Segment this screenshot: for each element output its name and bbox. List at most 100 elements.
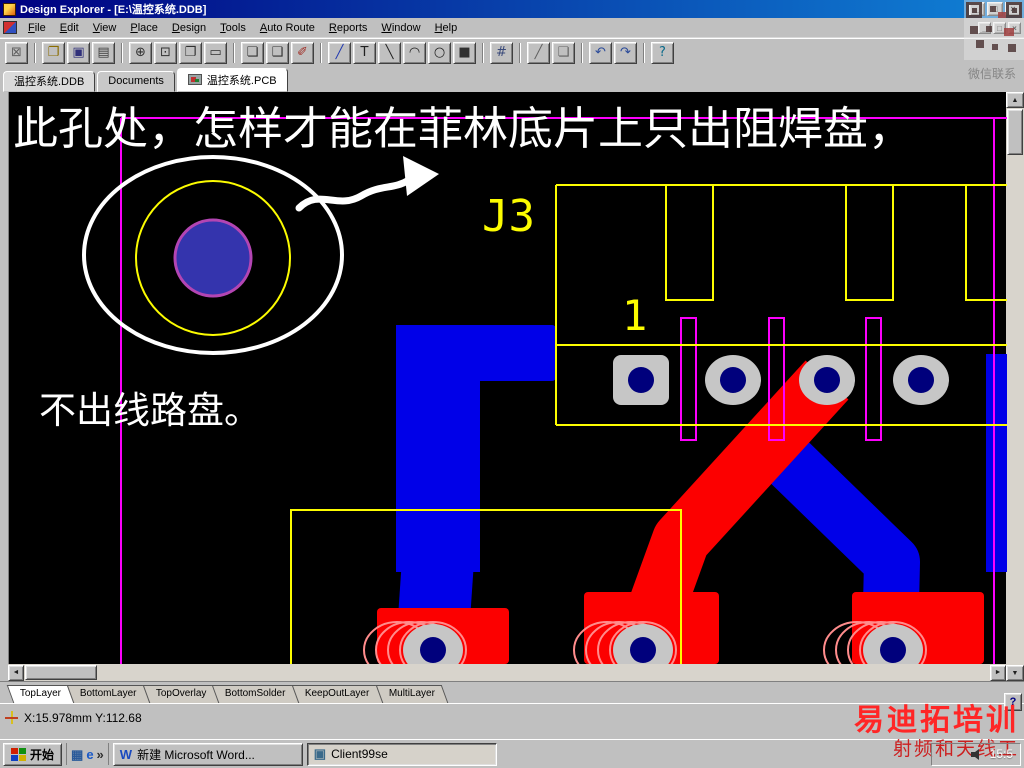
measure-icon: ╱	[534, 45, 543, 60]
annotation-line1: 此孔处，怎样才能在菲林底片上只出阻焊盘，	[13, 104, 913, 154]
scroll-up-icon[interactable]: ▲	[1006, 92, 1024, 108]
toolbar-separator	[320, 42, 322, 63]
menu-window[interactable]: Window	[374, 20, 427, 36]
document-icon	[3, 21, 17, 34]
qr-caption: 微信联系	[967, 67, 1016, 81]
fill-button[interactable]: ■	[453, 41, 476, 64]
report-button[interactable]: ❏	[552, 41, 575, 64]
pcb-drawing: J3 1 此孔处，怎样才能在菲林底片上只出阻焊盘， 不出线路盘。	[13, 104, 1007, 664]
task-icon: W	[119, 746, 133, 762]
redo-button[interactable]: ↷	[614, 41, 637, 64]
layer-tab-label: TopOverlay	[155, 688, 207, 699]
task-buttons: W 新建 Microsoft Word... ▣ Client99se	[112, 742, 497, 766]
qr-pattern	[964, 0, 1024, 60]
layer-tab-toplayer[interactable]: TopLayer	[6, 685, 75, 703]
editor-area: J3 1 此孔处，怎样才能在菲林底片上只出阻焊盘， 不出线路盘。 ◄ ► ▲ ▼	[0, 92, 1024, 681]
menu-design[interactable]: Design	[165, 20, 213, 36]
undo-button[interactable]: ↶	[589, 41, 612, 64]
brush-button[interactable]: ✐	[291, 41, 314, 64]
printer-icon: ▤	[97, 45, 110, 60]
text-icon: T	[360, 45, 369, 60]
ie-icon[interactable]: e	[86, 748, 93, 761]
layer-tab-label: BottomLayer	[79, 688, 137, 699]
tab-ddb[interactable]: 温控系统.DDB	[3, 71, 96, 92]
text-button[interactable]: T	[353, 41, 376, 64]
layer-tab-label: MultiLayer	[388, 688, 435, 699]
grid-icon: #	[496, 45, 507, 60]
title-bar: Design Explorer - [E:\温控系统.DDB] _ □ ×	[0, 0, 1024, 18]
arc-button[interactable]: ◠	[403, 41, 426, 64]
redo-icon: ↷	[620, 45, 631, 60]
fit-board-button[interactable]: ▭	[204, 41, 227, 64]
bottom-pads	[363, 621, 927, 664]
save-button[interactable]: ▣	[67, 41, 90, 64]
toolbar-separator	[643, 42, 645, 63]
line-icon: ╲	[385, 45, 394, 60]
wire-button[interactable]: ╱	[328, 41, 351, 64]
zoom-area-button[interactable]: ⊡	[154, 41, 177, 64]
fit-board-icon: ▭	[209, 45, 222, 60]
qr-watermark: 微信联系	[960, 0, 1024, 82]
layer-tab-keepoutlayer[interactable]: KeepOutLayer	[291, 685, 383, 703]
document-tabs: 温控系统.DDB Documents 温控系统.PCB	[0, 66, 1024, 92]
tab-pcb-label: 温控系统.PCB	[206, 74, 277, 87]
layer-tab-bar: TopLayer BottomLayer TopOverlay BottomSolde…	[0, 681, 1024, 711]
arc-icon: ◠	[408, 45, 421, 60]
horizontal-scrollbar[interactable]: ◄ ►	[8, 664, 1006, 681]
taskbar-task-2[interactable]: ▣ Client99se	[306, 742, 497, 766]
show-desktop-icon[interactable]: ▦	[71, 748, 83, 761]
circle-button[interactable]: ○	[428, 41, 451, 64]
copy-button[interactable]: ❏	[241, 41, 264, 64]
layer-tab-bottomsolder[interactable]: BottomSolder	[212, 685, 300, 703]
circle-icon: ○	[433, 45, 446, 60]
paste-button[interactable]: ❑	[266, 41, 289, 64]
open-button[interactable]: ❐	[42, 41, 65, 64]
menu-place[interactable]: Place	[123, 20, 165, 36]
vertical-scrollbar[interactable]: ▲ ▼	[1006, 92, 1024, 681]
menu-auto-route[interactable]: Auto Route	[253, 20, 322, 36]
menu-edit[interactable]: Edit	[53, 20, 86, 36]
layer-tabs: TopLayer BottomLayer TopOverlay BottomSolde…	[6, 685, 448, 703]
undo-icon: ↶	[595, 45, 606, 60]
toolbar-separator	[121, 42, 123, 63]
toolbar: ⊠ ❐ ▣ ▤ ⊕ ⊡ ❐ ▭ ❏ ❑ ✐ ╱ T ╲ ◠ ○ ■ # ╱ ❏ ↶ ↷?	[0, 38, 1024, 66]
horizontal-scroll-thumb[interactable]	[25, 665, 97, 680]
menu-view[interactable]: View	[86, 20, 124, 36]
start-button[interactable]: 开始	[3, 742, 63, 766]
speaker-icon	[970, 748, 979, 760]
vertical-scroll-thumb[interactable]	[1007, 109, 1023, 155]
pcb-editor-canvas[interactable]: J3 1 此孔处，怎样才能在菲林底片上只出阻焊盘， 不出线路盘。	[8, 92, 1007, 664]
layer-tab-multilayer[interactable]: MultiLayer	[375, 685, 448, 703]
help-button[interactable]: ?	[651, 41, 674, 64]
task-label: 新建 Microsoft Word...	[137, 747, 255, 762]
grid-button[interactable]: #	[490, 41, 513, 64]
filled-rect-icon: ■	[458, 45, 471, 60]
menu-reports[interactable]: Reports	[322, 20, 375, 36]
print-button[interactable]: ▤	[92, 41, 115, 64]
tab-documents-label: Documents	[108, 75, 164, 87]
zoom-page-button[interactable]: ❐	[179, 41, 202, 64]
layer-tab-bottomlayer[interactable]: BottomLayer	[66, 685, 151, 703]
scroll-right-icon[interactable]: ►	[990, 664, 1006, 681]
windows-logo-icon	[11, 747, 26, 761]
layer-tab-topoverlay[interactable]: TopOverlay	[142, 685, 220, 703]
menu-file[interactable]: File	[21, 20, 53, 36]
scroll-left-icon[interactable]: ◄	[8, 664, 24, 681]
design-manager-button[interactable]: ⊠	[5, 41, 28, 64]
start-label: 开始	[30, 747, 55, 762]
measure-button[interactable]: ╱	[527, 41, 550, 64]
scroll-down-icon[interactable]: ▼	[1006, 665, 1024, 681]
cursor-coordinates: X:15.978mm Y:112.68	[24, 711, 142, 725]
brush-icon: ✐	[297, 45, 308, 60]
app-icon	[3, 2, 16, 16]
tab-documents[interactable]: Documents	[97, 71, 175, 92]
tab-pcb[interactable]: 温控系统.PCB	[176, 68, 288, 92]
taskbar-task-1[interactable]: W 新建 Microsoft Word...	[112, 742, 303, 766]
menu-help[interactable]: Help	[428, 20, 465, 36]
zoom-in-button[interactable]: ⊕	[129, 41, 152, 64]
chevron-icon[interactable]: »	[97, 748, 104, 761]
design-explorer-window: Design Explorer - [E:\温控系统.DDB] _ □ × Fi…	[0, 0, 1024, 768]
menu-tools[interactable]: Tools	[213, 20, 253, 36]
line-button[interactable]: ╲	[378, 41, 401, 64]
origin-marker-icon	[5, 711, 18, 724]
